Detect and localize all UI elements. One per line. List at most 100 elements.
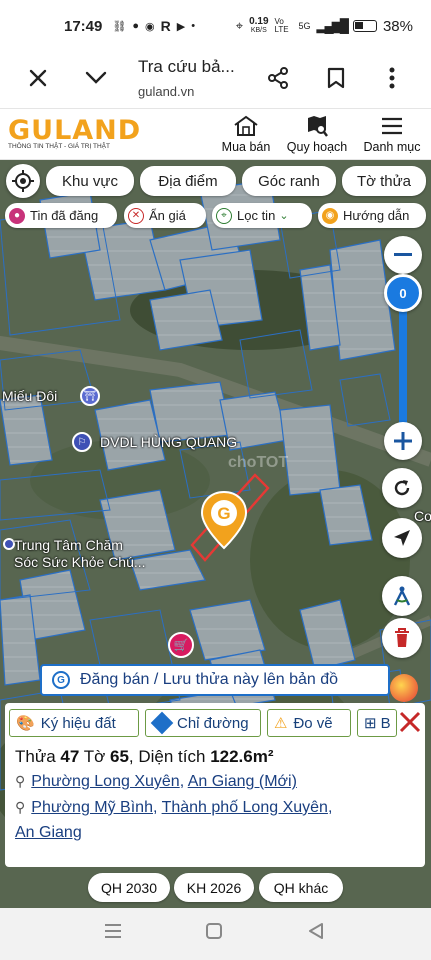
navigate-button[interactable] [382,518,422,558]
chip-to-thua[interactable]: Tờ thửa [342,166,426,196]
sheet-number: 65 [110,747,129,766]
company-marker-icon[interactable]: ⚐ [72,432,92,452]
nav-mua-ban[interactable]: Mua bán [218,115,274,154]
volte-label: Vo LTE [274,17,289,34]
home-button[interactable] [206,922,222,945]
menu-icon [382,117,402,135]
temple-marker-icon[interactable]: ⛩ [80,386,100,406]
filter-huong-dan[interactable]: ◉ Hướng dẫn [318,203,426,228]
messenger-icon: ● [132,20,139,32]
province-link-new[interactable]: An Giang (Mới) [188,773,297,790]
recents-button[interactable] [104,922,122,945]
back-button[interactable] [308,922,324,945]
map-search-icon [308,116,328,137]
zoom-thumb[interactable]: 0 [384,274,422,312]
page-url[interactable]: guland.vn [138,84,194,99]
guland-logo[interactable]: GULAND THÔNG TIN THẬT - GIÁ TRỊ THẬT [8,115,142,157]
directions-icon [150,711,174,735]
label-edge: Co [414,508,431,524]
measure-tool-button[interactable] [382,576,422,616]
filter-tin-da-dang[interactable]: ● Tin đã đăng [5,203,117,228]
shop-marker-icon[interactable]: 🛒 [168,632,194,658]
filter-loc-tin-label: Lọc tin [237,208,276,223]
more-menu-button[interactable] [374,60,410,96]
zoom-in-button[interactable] [384,422,422,460]
chip-dia-diem[interactable]: Địa điểm [140,166,236,196]
parcel-summary: Thửa 47 Tờ 65, Diện tích 122.6m² [15,747,274,767]
tab-chi-duong[interactable]: Chỉ đường [145,709,261,737]
location-icon: ⌖ [235,18,244,33]
app-badge-icon[interactable] [390,674,418,702]
close-card-button[interactable] [399,711,421,736]
plan-kh-2026[interactable]: KH 2026 [174,873,254,902]
sheet-prefix: Tờ [79,747,110,766]
chat-icon: ◉ [145,20,155,33]
site-header: GULAND THÔNG TIN THẬT - GIÁ TRỊ THẬT Mua… [0,108,431,160]
signal-icon: ▂▄▆█ [316,18,349,33]
more-dot-icon: • [191,20,196,32]
post-listing-text: Đăng bán / Lưu thửa này lên bản đồ [80,671,339,688]
area-prefix: , Diện tích [128,747,211,766]
plan-qh-khac[interactable]: QH khác [259,873,343,902]
ward-link-new[interactable]: Phường Long Xuyên [31,773,179,790]
more-vert-icon [389,67,395,89]
ward-link-old[interactable]: Phường Mỹ Bình [31,799,153,816]
chip-goc-ranh[interactable]: Góc ranh [242,166,336,196]
measure-icon: ⚠ [274,715,288,732]
collapse-button[interactable] [78,60,114,96]
zoom-out-button[interactable] [384,236,422,274]
address-old: ⚲ Phường Mỹ Bình, Thành phố Long Xuyên, [15,799,332,817]
nav-danh-muc[interactable]: Danh mục [360,115,424,154]
city-link-old[interactable]: Thành phố Long Xuyên [162,799,328,816]
net-speed-value: 0.19 [249,16,269,27]
nav-quy-hoach-label: Quy hoạch [286,140,348,154]
location-pin-icon[interactable]: G [200,490,248,550]
addr1-sep: , [179,773,188,790]
label-center-line2: Sóc Sức Khỏe Chú... [14,554,146,570]
post-listing-banner[interactable]: G Đăng bán / Lưu thửa này lên bản đồ [40,664,390,696]
share-button[interactable] [260,60,296,96]
plus-icon [394,432,412,450]
tab-more[interactable]: ⊞ B [357,709,397,737]
province-link-old[interactable]: An Giang [15,824,82,841]
pin-icon: ● [9,207,25,224]
parcel-info-card: 🎨 Ký hiệu đất Chỉ đường ⚠ Đo vẽ ⊞ B Thửa… [5,703,425,867]
parcel-prefix: Thửa [15,747,61,766]
chevron-down-icon: ⌄ [279,210,289,222]
locate-button[interactable] [6,164,40,198]
filter-an-gia-label: Ẩn giá [149,208,186,223]
addr2-sep: , [152,799,162,816]
refresh-icon [394,480,410,496]
logo-word: GULAND [8,115,142,146]
recents-icon [105,924,121,938]
tab-do-ve[interactable]: ⚠ Đo vẽ [267,709,351,737]
navigation-arrow-icon [394,530,410,546]
chip-khu-vuc[interactable]: Khu vực [46,166,134,196]
plan-qh-2030[interactable]: QH 2030 [88,873,170,902]
svg-text:G: G [217,504,230,523]
filter-loc-tin[interactable]: ⌖ Lọc tin ⌄ [212,203,312,228]
label-mieu-doi-text: Miếu Đôi [2,388,58,404]
battery-level [354,22,363,29]
battery-icon [352,20,377,32]
battery-percent: 38% [382,17,413,35]
bookmark-button[interactable] [318,60,354,96]
parcel-number: 47 [60,747,80,766]
trash-icon [395,628,409,647]
nav-danh-muc-label: Danh mục [363,140,421,154]
close-tab-button[interactable] [20,60,56,96]
net-speed-unit: KB/S [250,27,267,34]
close-icon [29,69,47,87]
chevron-down-icon [85,71,107,84]
hide-price-icon: ✕ [128,207,144,224]
tab-chi-duong-label: Chỉ đường [177,714,249,732]
filter-an-gia[interactable]: ✕ Ẩn giá [124,203,206,228]
r-app-icon: R [160,18,171,34]
nav-quy-hoach[interactable]: Quy hoạch [284,115,350,154]
home-square-icon [206,923,222,939]
tab-ky-hieu-dat[interactable]: 🎨 Ký hiệu đất [9,709,139,737]
tab-more-label: B [380,714,391,732]
youtube-icon: ▶ [176,20,186,33]
delete-button[interactable] [382,618,422,658]
refresh-button[interactable] [382,468,422,508]
